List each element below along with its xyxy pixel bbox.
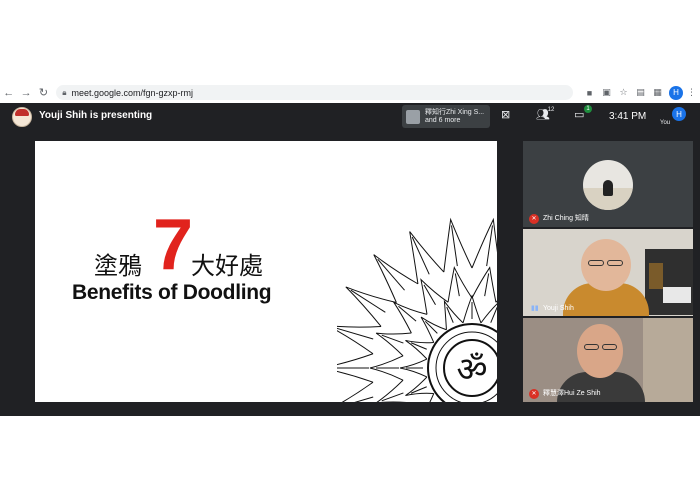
url-text: meet.google.com/fgn-gzxp-rmj xyxy=(71,87,194,98)
forward-arrow-icon: → xyxy=(20,86,32,99)
chat-count-badge: 1 xyxy=(584,105,592,113)
participant-tile[interactable]: ▮▮ Youji Shih xyxy=(523,229,693,316)
slide-number-seven: 7 xyxy=(153,205,194,285)
mandala-petal-vein xyxy=(350,289,386,313)
bookmark-star-icon[interactable]: ☆ xyxy=(615,87,632,98)
speaking-indicator-icon: ▮▮ xyxy=(531,305,539,312)
participant-avatar xyxy=(583,160,633,210)
mandala-petal xyxy=(447,266,473,303)
meeting-clock: 3:41 PM xyxy=(609,111,647,122)
participants-chip[interactable]: 釋知行Zhi Xing S... and 6 more xyxy=(402,105,490,128)
browser-profile-avatar[interactable]: H xyxy=(668,85,683,100)
presentation-slide: 塗鴉 7 大好處 Benefits of Doodling ॐ xyxy=(35,141,497,402)
mandala-petal-vein xyxy=(451,225,458,267)
slide-chinese-title-right: 大好處 xyxy=(191,252,263,280)
om-symbol: ॐ xyxy=(456,350,487,390)
reload-icon: ↻ xyxy=(38,87,49,99)
mandala-petal-vein xyxy=(337,327,374,340)
browser-toolbar: ← → ↻ 🔒︎ meet.google.com/fgn-gzxp-rmj ■ … xyxy=(0,82,700,104)
layout-off-icon[interactable]: ⊠ xyxy=(501,108,510,121)
translate-icon[interactable]: ▣ xyxy=(598,87,615,98)
address-bar[interactable]: 🔒︎ meet.google.com/fgn-gzxp-rmj xyxy=(56,85,573,100)
presenter-avatar xyxy=(12,107,32,127)
participant-name: Youji Shih xyxy=(543,305,574,312)
self-avatar[interactable]: H xyxy=(672,107,686,121)
extension-icon[interactable]: ▤ xyxy=(632,87,649,98)
participants-chip-line1: 釋知行Zhi Xing S... xyxy=(425,108,485,116)
people-count-badge: 12 xyxy=(547,107,555,113)
video-background-book xyxy=(649,263,663,289)
camera-icon[interactable]: ■ xyxy=(581,88,598,98)
participant-video xyxy=(561,235,651,316)
mandala-petal-vein xyxy=(354,396,374,402)
mic-muted-icon: ✕ xyxy=(529,389,539,399)
mandala-petal xyxy=(376,379,407,402)
reload-button[interactable]: ↻ xyxy=(35,82,52,103)
toolbar-icons: ■ ▣ ☆ ▤ ▦ H ⋮ xyxy=(581,85,700,100)
mandala-petal-vein xyxy=(377,258,405,291)
participants-grid-icon xyxy=(406,109,420,124)
mandala-petal xyxy=(471,217,497,269)
mandala-petal xyxy=(443,217,473,273)
slide-english-title: Benefits of Doodling xyxy=(72,281,272,304)
mandala-petal xyxy=(409,231,445,284)
forward-button[interactable]: → xyxy=(17,82,34,103)
slide-chinese-title-left: 塗鴉 xyxy=(94,252,142,280)
back-button[interactable]: ← xyxy=(0,82,17,103)
participant-tile[interactable]: ✕ 釋慧澤Hui Ze Shih xyxy=(523,318,693,402)
self-label: You xyxy=(660,120,671,126)
browser-window: ← → ↻ 🔒︎ meet.google.com/fgn-gzxp-rmj ■ … xyxy=(0,82,700,416)
chat-icon[interactable]: ▭ xyxy=(574,108,584,121)
mandala-petal xyxy=(345,286,397,327)
menu-kebab-icon[interactable]: ⋮ xyxy=(683,87,700,98)
mandala-petal-vein xyxy=(484,273,490,297)
mandala-petal xyxy=(341,381,374,402)
mandala-petal xyxy=(420,278,449,315)
participants-chip-line2: and 6 more xyxy=(425,116,461,124)
lock-icon: 🔒︎ xyxy=(62,87,67,97)
mandala-petal xyxy=(375,332,412,357)
presenting-label: Youji Shih is presenting xyxy=(39,110,153,121)
extension-grid-icon[interactable]: ▦ xyxy=(649,87,666,98)
mandala-petal-vein xyxy=(411,236,430,275)
meet-top-bar: Youji Shih is presenting 釋知行Zhi Xing S..… xyxy=(0,103,700,130)
mic-muted-icon: ✕ xyxy=(529,214,539,224)
participant-name: 釋慧澤Hui Ze Shih xyxy=(543,390,601,397)
participant-tile[interactable]: ✕ Zhi Ching 知晴 xyxy=(523,141,693,227)
participant-name: Zhi Ching 知晴 xyxy=(543,215,589,222)
back-arrow-icon: ← xyxy=(3,86,15,99)
mandala-illustration: ॐ xyxy=(337,217,497,402)
video-background-card xyxy=(663,287,691,303)
mandala-petal xyxy=(471,266,497,303)
